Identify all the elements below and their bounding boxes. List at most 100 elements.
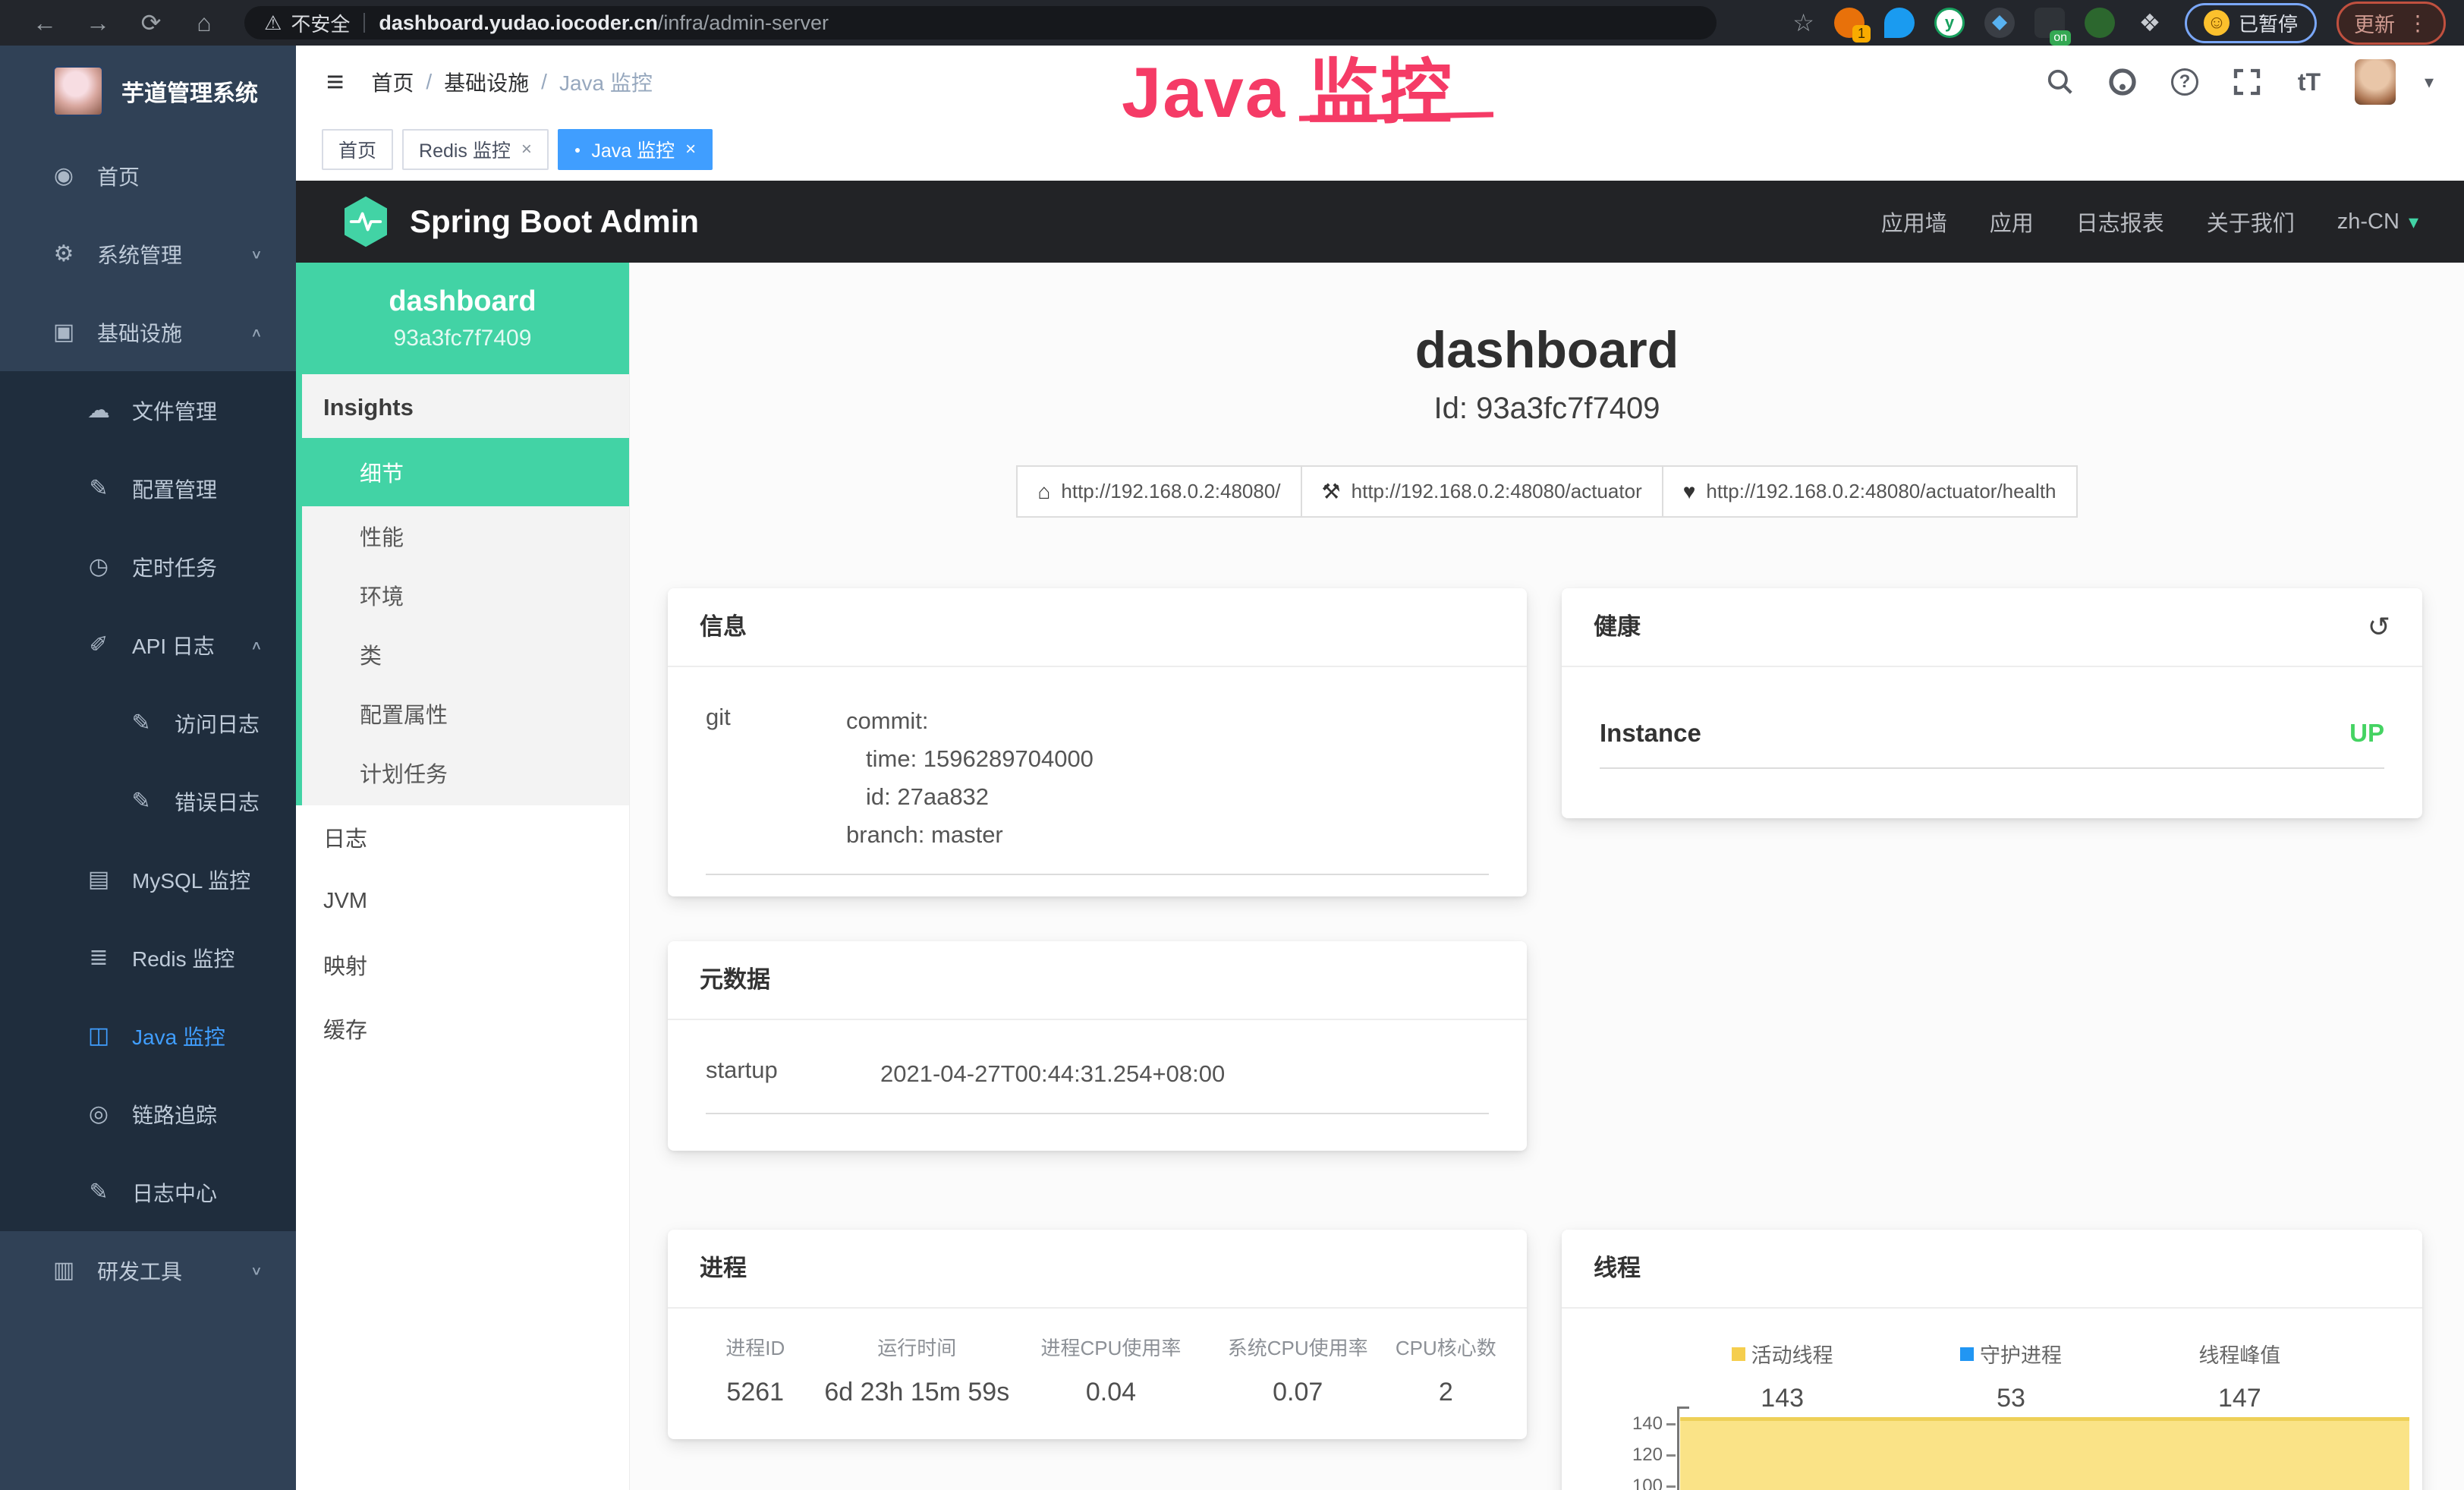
profiler-paused-button[interactable]: ☺ 已暂停 [2185,3,2317,43]
sidebar-item-redis-monitor[interactable]: ≣ Redis 监控 [0,918,296,997]
tab-java-monitor[interactable]: ● Java 监控 × [558,129,713,170]
warning-icon[interactable]: ⚠ [264,11,282,35]
sba-title: Spring Boot Admin [410,203,699,240]
nav-item-mappings[interactable]: 映射 [296,933,629,997]
threads-chart: 140 120 100 [1562,1410,2409,1490]
extension-icon-orange[interactable]: 1 [1834,8,1865,38]
page-title: dashboard [630,320,2464,380]
tick-mark [1666,1485,1676,1488]
sidebar-item-mysql-monitor[interactable]: ▤ MySQL 监控 [0,840,296,918]
row-divider [1600,767,2384,769]
user-avatar[interactable] [2355,59,2396,105]
extension-icon-y[interactable]: y [1934,8,1965,38]
instance-sidebar: dashboard 93a3fc7f7409 Insights 细节 性能 环境… [296,263,630,1490]
language-selector[interactable]: zh-CN ▾ [2337,209,2418,235]
row-label: startup [706,1055,880,1093]
extension-icon-pin[interactable] [1884,8,1915,38]
y-axis-tick: 120 [1562,1444,1676,1466]
git-id-line: id: 27aa832 [846,778,1094,816]
avatar-caret-icon[interactable]: ▾ [2425,71,2434,93]
sidebar-item-infrastructure[interactable]: ▣ 基础设施 ∧ [0,293,296,371]
url-bar[interactable]: ⚠ 不安全 dashboard.yudao.iocoder.cn/infra/a… [244,6,1717,39]
nav-item-metrics[interactable]: 性能 [302,506,629,565]
nav-item-config-props[interactable]: 配置属性 [302,684,629,743]
font-size-icon[interactable]: tT [2292,65,2326,99]
close-icon[interactable]: × [521,139,532,160]
sba-nav-wallboard[interactable]: 应用墙 [1881,206,1947,238]
tab-bar: 首页 Redis 监控 × ● Java 监控 × [296,118,2464,181]
back-icon[interactable]: ← [18,0,71,46]
threads-card: 线程 活动线程 143 守护进程 53 [1562,1230,2422,1490]
sidebar-item-config-management[interactable]: ✎ 配置管理 [0,449,296,528]
health-url-link[interactable]: ♥ http://192.168.0.2:48080/actuator/heal… [1663,465,2078,518]
nav-item-logs[interactable]: 日志 [296,805,629,869]
sidebar-item-trace[interactable]: ◎ 链路追踪 [0,1075,296,1153]
tab-redis-monitor[interactable]: Redis 监控 × [402,129,549,170]
tab-label: 首页 [338,136,376,163]
github-icon[interactable] [2106,65,2139,99]
sidebar-item-home[interactable]: ◉ 首页 [0,137,296,215]
bookmark-star-icon[interactable]: ☆ [1792,8,1814,37]
fullscreen-icon[interactable] [2230,65,2264,99]
health-card-body: Instance UP [1562,667,2422,769]
process-col-pid: 进程ID 5261 [691,1333,820,1407]
column-header: 进程CPU使用率 [1014,1333,1208,1361]
y-axis-serif [1677,1407,1689,1409]
home-icon[interactable]: ⌂ [178,0,231,46]
extension-icon-grid[interactable] [1984,8,2015,38]
actuator-url-link[interactable]: ⚒ http://192.168.0.2:48080/actuator [1302,465,1663,518]
breadcrumb-home[interactable]: 首页 [371,67,414,97]
security-label[interactable]: 不安全 [291,9,350,37]
page-instance-id: Id: 93a3fc7f7409 [630,392,2464,426]
search-icon[interactable] [2044,65,2077,99]
sidebar-item-system-management[interactable]: ⚙ 系统管理 ∨ [0,215,296,293]
service-url-link[interactable]: ⌂ http://192.168.0.2:48080/ [1016,465,1301,518]
sba-nav-about[interactable]: 关于我们 [2207,206,2295,238]
instance-header[interactable]: dashboard 93a3fc7f7409 [296,263,629,374]
history-icon[interactable]: ↺ [2368,587,2390,666]
metadata-card-body: startup 2021-04-27T00:44:31.254+08:00 [668,1020,1527,1114]
sidebar-item-scheduled-tasks[interactable]: ◷ 定时任务 [0,528,296,606]
help-icon[interactable]: ? [2168,65,2201,99]
sba-nav-journal[interactable]: 日志报表 [2076,206,2164,238]
reload-icon[interactable]: ⟳ [124,0,178,46]
close-icon[interactable]: × [685,139,696,160]
sidebar-item-error-logs[interactable]: ✎ 错误日志 [0,762,296,840]
breadcrumb-infrastructure[interactable]: 基础设施 [444,67,529,97]
process-table: 进程ID 5261 运行时间 6d 23h 15m 59s 进程CPU使用率 0… [668,1309,1527,1407]
gear-icon: ⚙ [50,241,77,267]
kebab-menu-icon[interactable]: ⋮ [2407,11,2428,36]
sba-nav-applications[interactable]: 应用 [1990,206,2034,238]
tab-home[interactable]: 首页 [322,129,393,170]
extensions-puzzle-icon[interactable]: ❖ [2135,8,2165,38]
app-header: ≡ 首页 / 基础设施 / Java 监控 ? tT ▾ [296,46,2464,118]
column-header: 运行时间 [820,1333,1014,1361]
update-label: 更新 [2354,8,2395,38]
main-content: dashboard Id: 93a3fc7f7409 ⌂ http://192.… [630,263,2464,1490]
legend-text: 守护进程 [1980,1339,2062,1369]
nav-item-details[interactable]: 细节 [302,438,629,506]
sidebar-item-label: 定时任务 [132,552,217,582]
tick-label: 100 [1632,1476,1663,1490]
extension-icon-leaf[interactable] [2085,8,2115,38]
sidebar-item-label: 访问日志 [175,708,260,739]
sidebar-item-log-center[interactable]: ✎ 日志中心 [0,1153,296,1231]
forward-icon[interactable]: → [71,0,124,46]
hamburger-icon[interactable]: ≡ [326,65,344,99]
chrome-update-button[interactable]: 更新 ⋮ [2337,2,2446,45]
edit-icon: ✎ [85,475,112,502]
nav-item-classes[interactable]: 类 [302,625,629,684]
health-card-header: 健康 ↺ [1562,588,2422,667]
extension-icon-on[interactable]: on [2034,8,2065,38]
sidebar-item-api-logs[interactable]: ✐ API 日志 ∧ [0,606,296,684]
sidebar-item-access-logs[interactable]: ✎ 访问日志 [0,684,296,762]
sidebar-item-file-management[interactable]: ☁ 文件管理 [0,371,296,449]
sidebar-item-label: 错误日志 [175,786,260,817]
nav-item-jvm[interactable]: JVM [296,869,629,933]
sidebar-item-java-monitor[interactable]: ◫ Java 监控 [0,997,296,1075]
nav-item-caches[interactable]: 缓存 [296,997,629,1060]
nav-item-scheduled[interactable]: 计划任务 [302,743,629,802]
nav-item-environment[interactable]: 环境 [302,565,629,625]
help-glyph: ? [2171,68,2198,96]
sidebar-item-dev-tools[interactable]: ▥ 研发工具 ∨ [0,1231,296,1309]
